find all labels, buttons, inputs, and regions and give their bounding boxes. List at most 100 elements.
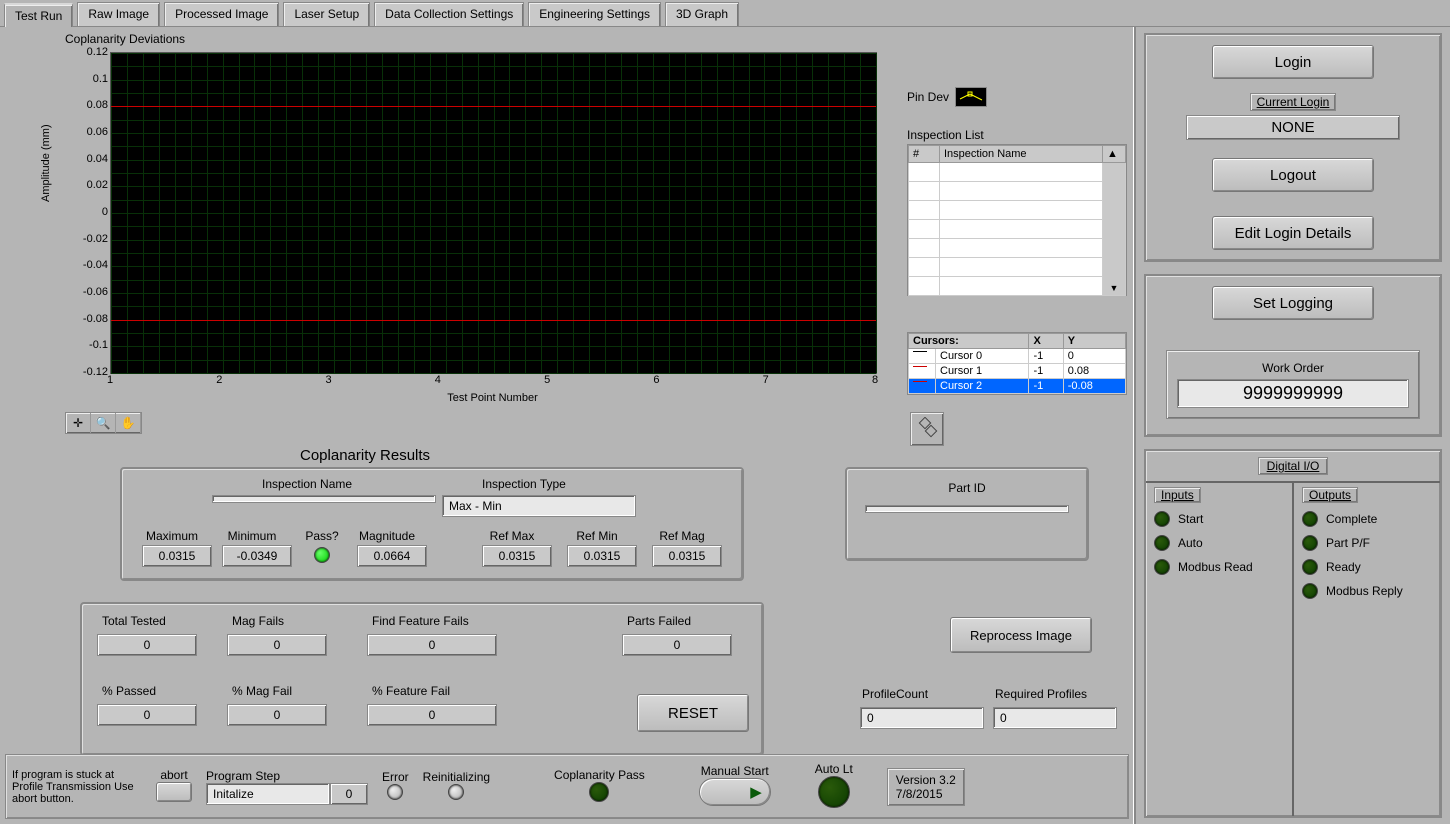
- mag-fails-label: Mag Fails: [232, 614, 284, 628]
- tab-test-run[interactable]: Test Run: [4, 3, 73, 27]
- refmag-value: 0.0315: [652, 545, 722, 567]
- parts-failed-label: Parts Failed: [627, 614, 691, 628]
- logout-button[interactable]: Logout: [1212, 158, 1374, 192]
- refmag-label: Ref Mag: [652, 529, 712, 543]
- set-logging-button[interactable]: Set Logging: [1212, 286, 1374, 320]
- cursor-row[interactable]: Cursor 2-1-0.08: [909, 379, 1126, 394]
- work-order-label: Work Order: [1177, 361, 1409, 375]
- pan-tool-icon[interactable]: ✋: [116, 413, 141, 433]
- inspection-name-label: Inspection Name: [262, 477, 352, 491]
- y-axis-label: Amplitude (mm): [40, 124, 52, 202]
- cursor-row[interactable]: Cursor 1-10.08: [909, 364, 1126, 379]
- max-value: 0.0315: [142, 545, 212, 567]
- cursors-col-y: Y: [1063, 334, 1125, 349]
- program-step-label: Program Step: [206, 769, 368, 783]
- min-value: -0.0349: [222, 545, 292, 567]
- version-line1: Version 3.2: [896, 773, 956, 787]
- legend-label: Pin Dev: [907, 90, 949, 104]
- coplanarity-pass-label: Coplanarity Pass: [554, 768, 645, 782]
- pct-mag-fail-label: % Mag Fail: [232, 684, 292, 698]
- tab-data-collection-settings[interactable]: Data Collection Settings: [374, 2, 524, 26]
- find-feature-fails-value: 0: [367, 634, 497, 656]
- program-step-number: 0: [330, 783, 368, 805]
- reprocess-image-button[interactable]: Reprocess Image: [950, 617, 1092, 653]
- scroll-down-icon[interactable]: ▼: [1103, 163, 1126, 296]
- inspection-type-label: Inspection Type: [482, 477, 566, 491]
- refmin-value: 0.0315: [567, 545, 637, 567]
- abort-button[interactable]: [156, 782, 192, 802]
- cursors-table[interactable]: Cursors: X Y Cursor 0-10Cursor 1-10.08Cu…: [907, 332, 1127, 395]
- tab-engineering-settings[interactable]: Engineering Settings: [528, 2, 661, 26]
- outputs-label: Outputs: [1302, 487, 1358, 503]
- digital-io-label: Digital I/O: [1258, 457, 1329, 475]
- status-bar: If program is stuck at Profile Transmiss…: [5, 754, 1129, 819]
- edit-login-details-button[interactable]: Edit Login Details: [1212, 216, 1374, 250]
- login-button[interactable]: Login: [1212, 45, 1374, 79]
- mag-fails-value: 0: [227, 634, 327, 656]
- col-inspection-name[interactable]: Inspection Name: [940, 146, 1103, 163]
- scroll-up-icon[interactable]: ▲: [1103, 146, 1126, 163]
- output-part-pf: Part P/F: [1302, 535, 1432, 551]
- graph-tool-palette[interactable]: ✛ 🔍 ✋: [65, 412, 142, 434]
- cursors-header: Cursors:: [909, 334, 1029, 349]
- required-profiles-field[interactable]: 0: [993, 707, 1117, 729]
- tab-3d-graph[interactable]: 3D Graph: [665, 2, 739, 26]
- program-step-field: Initalize: [206, 783, 330, 805]
- pct-passed-value: 0: [97, 704, 197, 726]
- cursor-row[interactable]: Cursor 0-10: [909, 349, 1126, 364]
- reset-button[interactable]: RESET: [637, 694, 749, 732]
- refmax-label: Ref Max: [482, 529, 542, 543]
- status-note: If program is stuck at Profile Transmiss…: [12, 769, 142, 805]
- output-modbus-reply: Modbus Reply: [1302, 583, 1432, 599]
- inspection-name-field[interactable]: [212, 495, 436, 503]
- results-title: Coplanarity Results: [300, 447, 430, 464]
- inspection-type-field[interactable]: Max - Min: [442, 495, 636, 517]
- input-start: Start: [1154, 511, 1284, 527]
- total-tested-value: 0: [97, 634, 197, 656]
- tab-raw-image[interactable]: Raw Image: [77, 2, 160, 26]
- pct-mag-fail-value: 0: [227, 704, 327, 726]
- manual-start-button[interactable]: ▶: [699, 778, 771, 806]
- find-feature-fails-label: Find Feature Fails: [372, 614, 469, 628]
- required-profiles-label: Required Profiles: [995, 687, 1087, 701]
- auto-lt-led: [818, 776, 850, 808]
- parts-failed-value: 0: [622, 634, 732, 656]
- input-auto: Auto: [1154, 535, 1284, 551]
- part-id-field[interactable]: [865, 505, 1069, 513]
- tab-bar: Test RunRaw ImageProcessed ImageLaser Se…: [0, 0, 1450, 27]
- version-box: Version 3.2 7/8/2015: [887, 768, 965, 806]
- version-line2: 7/8/2015: [896, 787, 956, 801]
- pct-passed-label: % Passed: [102, 684, 156, 698]
- work-order-field[interactable]: 9999999999: [1177, 379, 1409, 408]
- total-tested-label: Total Tested: [102, 614, 166, 628]
- reinitializing-led: [448, 784, 464, 800]
- max-label: Maximum: [142, 529, 202, 543]
- cursor-move-tool[interactable]: [910, 412, 944, 446]
- part-id-label: Part ID: [847, 481, 1087, 495]
- inspection-list[interactable]: # Inspection Name ▲ ▼: [907, 144, 1127, 296]
- input-modbus-read: Modbus Read: [1154, 559, 1284, 575]
- crosshair-tool-icon[interactable]: ✛: [66, 413, 91, 433]
- magnitude-label: Magnitude: [357, 529, 417, 543]
- coplanarity-plot[interactable]: [110, 52, 877, 374]
- inputs-label: Inputs: [1154, 487, 1201, 503]
- col-number[interactable]: #: [909, 146, 940, 163]
- inspection-list-title: Inspection List: [907, 128, 984, 142]
- pct-feature-fail-label: % Feature Fail: [372, 684, 450, 698]
- current-login-label: Current Login: [1250, 93, 1337, 111]
- cursors-col-x: X: [1029, 334, 1063, 349]
- zoom-tool-icon[interactable]: 🔍: [91, 413, 116, 433]
- auto-lt-label: Auto Lt: [815, 762, 853, 776]
- y-axis: 0.120.10.080.060.040.020-0.02-0.04-0.06-…: [70, 52, 108, 372]
- pct-feature-fail-value: 0: [367, 704, 497, 726]
- x-axis-label: Test Point Number: [110, 392, 875, 404]
- output-complete: Complete: [1302, 511, 1432, 527]
- tab-processed-image[interactable]: Processed Image: [164, 2, 279, 26]
- error-led: [387, 784, 403, 800]
- manual-start-label: Manual Start: [699, 764, 771, 778]
- legend-swatch-icon[interactable]: [955, 87, 987, 107]
- legend[interactable]: Pin Dev: [907, 87, 987, 107]
- tab-laser-setup[interactable]: Laser Setup: [283, 2, 370, 26]
- profile-count-field[interactable]: 0: [860, 707, 984, 729]
- magnitude-value: 0.0664: [357, 545, 427, 567]
